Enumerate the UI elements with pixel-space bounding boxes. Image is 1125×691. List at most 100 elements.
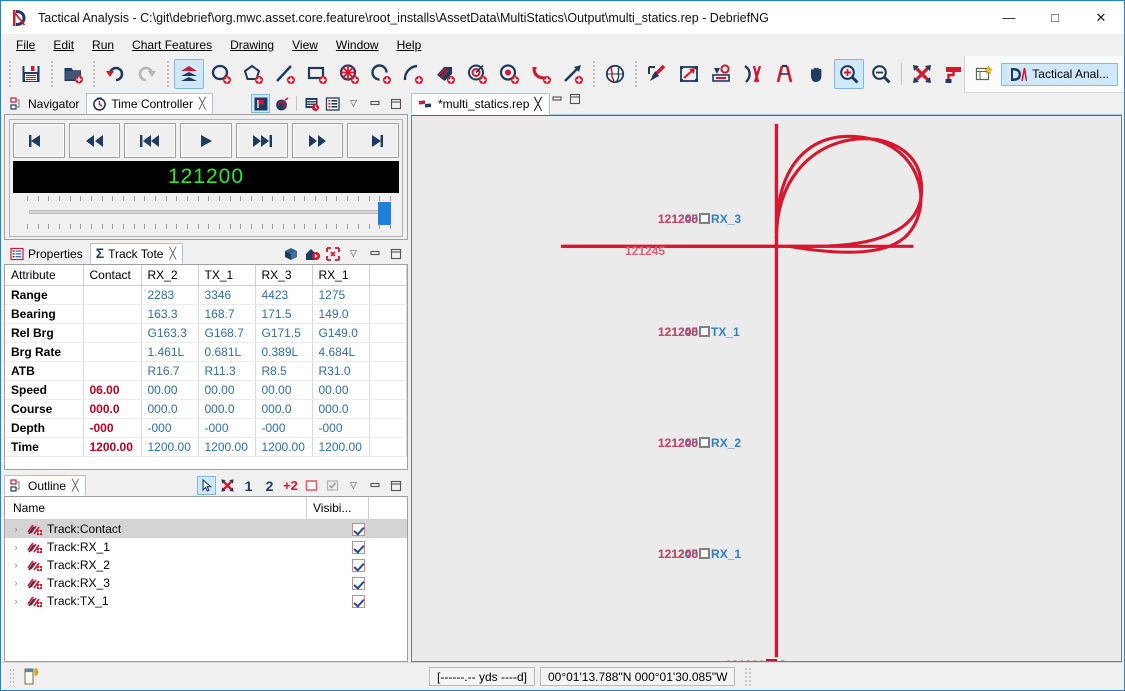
add-range-rings-icon[interactable] <box>462 59 492 89</box>
menu-window[interactable]: Window <box>327 36 388 54</box>
column-header-rx3[interactable]: RX_3 <box>255 265 313 286</box>
column-header-name[interactable]: Name <box>5 497 307 519</box>
status-resize-grip[interactable] <box>744 666 753 687</box>
add-curve-icon[interactable] <box>398 59 428 89</box>
slider-thumb[interactable] <box>378 202 391 225</box>
list-item[interactable]: › Track:Contact <box>5 520 407 538</box>
minimize-view-icon[interactable] <box>365 94 384 113</box>
table-row[interactable]: Speed 06.00 00.00 00.00 00.00 00.00 <box>5 380 407 400</box>
editor-tab-multi-statics[interactable]: *multi_statics.rep ╳ <box>411 93 550 115</box>
close-icon[interactable]: ╳ <box>199 97 206 110</box>
view-menu-icon[interactable]: ▽ <box>344 476 363 495</box>
visibility-cell[interactable] <box>346 522 407 536</box>
drag-segment-icon[interactable] <box>642 59 672 89</box>
expand-arrow-icon[interactable]: › <box>5 524 27 534</box>
minimize-view-icon[interactable] <box>365 244 384 263</box>
table-row[interactable]: ATB R16.7 R11.3 R8.5 R31.0 <box>5 361 407 381</box>
play-button[interactable] <box>180 123 232 158</box>
add-arc-icon[interactable] <box>366 59 396 89</box>
add-rectangle-icon[interactable] <box>302 59 332 89</box>
table-row[interactable]: Rel Brg G163.3 G168.7 G171.5 G149.0 <box>5 323 407 343</box>
globe-icon[interactable] <box>600 59 630 89</box>
step-back-large-button[interactable] <box>68 123 121 158</box>
expand-arrow-icon[interactable]: › <box>5 542 27 552</box>
undo-icon[interactable] <box>100 59 130 89</box>
menu-drawing[interactable]: Drawing <box>221 36 283 54</box>
go-to-end-button[interactable] <box>347 123 400 158</box>
column-header-tx1[interactable]: TX_1 <box>198 265 256 286</box>
minimize-button[interactable]: — <box>986 1 1032 34</box>
split-track-icon[interactable] <box>738 59 768 89</box>
zoom-in-icon[interactable] <box>834 59 864 89</box>
step-forward-large-button[interactable] <box>291 123 344 158</box>
menu-edit[interactable]: Edit <box>44 36 83 54</box>
table-row[interactable]: Brg Rate 1.461L 0.681L 0.389L 4.684L <box>5 342 407 362</box>
minimize-view-icon[interactable] <box>365 476 384 495</box>
close-icon[interactable]: ╳ <box>169 247 176 260</box>
menu-chart-features[interactable]: Chart Features <box>123 36 221 54</box>
tab-track-tote[interactable]: Σ Track Tote ╳ <box>89 243 184 264</box>
maximize-view-icon[interactable] <box>386 94 405 113</box>
zoom-out-icon[interactable] <box>866 59 896 89</box>
label-rx-1[interactable]: 121200 121245 RX_1 <box>658 547 741 561</box>
expand-arrow-icon[interactable]: › <box>5 560 27 570</box>
table-row[interactable]: Bearing 163.3 168.7 171.5 149.0 <box>5 304 407 324</box>
visibility-checkbox[interactable] <box>352 594 365 608</box>
view-menu-icon[interactable]: ▽ <box>344 94 363 113</box>
add-label-icon[interactable] <box>430 59 460 89</box>
secondary-track-icon[interactable]: 2 <box>260 476 279 495</box>
visibility-cell[interactable] <box>346 594 407 608</box>
tab-outline[interactable]: Outline ╳ <box>4 475 86 496</box>
table-row[interactable]: Course 000.0 000.0 000.0 000.0 000.0 <box>5 399 407 419</box>
zoom-fit-icon[interactable] <box>907 59 937 89</box>
menu-file[interactable]: File <box>7 36 44 54</box>
redo-icon[interactable] <box>132 59 162 89</box>
maximize-button[interactable]: □ <box>1032 1 1078 34</box>
column-header-attribute[interactable]: Attribute <box>5 265 84 286</box>
visibility-checkbox[interactable] <box>352 522 365 536</box>
table-row[interactable]: Time 1200.00 1200.00 1200.00 1200.00 1200.00 <box>5 437 407 457</box>
add-bearing-icon[interactable] <box>526 59 556 89</box>
label-rx-3[interactable]: 121200 121245 RX_3 <box>658 212 741 226</box>
column-header-contact[interactable]: Contact <box>83 265 142 286</box>
layers-icon[interactable] <box>174 59 204 89</box>
fit-to-window-icon[interactable] <box>674 59 704 89</box>
time-list-icon[interactable] <box>323 94 342 113</box>
time-marker-icon[interactable] <box>251 94 270 113</box>
time-properties-icon[interactable] <box>302 94 321 113</box>
add-circle-icon[interactable] <box>494 59 524 89</box>
visibility-checkbox[interactable] <box>352 540 365 554</box>
open-folder-icon[interactable] <box>58 59 88 89</box>
close-icon[interactable]: ╳ <box>534 97 541 111</box>
cube-icon[interactable] <box>281 244 300 263</box>
open-perspective-icon[interactable] <box>973 63 995 85</box>
merge-tracks-icon[interactable] <box>706 59 736 89</box>
column-header-visibility[interactable]: Visibi... <box>307 497 369 519</box>
visibility-cell[interactable] <box>346 540 407 554</box>
fit-selection-icon[interactable] <box>218 476 237 495</box>
add-vector-icon[interactable] <box>558 59 588 89</box>
label-tx-1[interactable]: 121200 121245 TX_1 <box>658 325 740 339</box>
step-forward-button[interactable] <box>235 123 288 158</box>
label-contact[interactable]: 121200 Contact <box>725 658 823 661</box>
time-snail-icon[interactable] <box>272 94 291 113</box>
list-item[interactable]: › Track:TX_1 <box>5 592 407 610</box>
close-icon[interactable]: ╳ <box>72 479 79 492</box>
close-button[interactable]: ✕ <box>1078 1 1124 34</box>
visibility-checkbox[interactable] <box>352 576 365 590</box>
pan-hand-icon[interactable] <box>802 59 832 89</box>
chart-canvas[interactable]: 121200 121245 RX_3 121245 121200 121245 … <box>411 115 1122 662</box>
slider-track[interactable] <box>29 210 391 214</box>
tab-navigator[interactable]: Navigator <box>4 93 87 114</box>
perspective-tab-tactical-analysis[interactable]: Tactical Anal... <box>1001 62 1118 86</box>
pointer-icon[interactable] <box>197 476 216 495</box>
tab-properties[interactable]: Properties <box>4 243 90 264</box>
minimize-editor-icon[interactable] <box>550 92 564 106</box>
go-to-start-button[interactable] <box>13 123 65 158</box>
add-secondary-track-icon[interactable]: +2 <box>281 476 300 495</box>
home-run-icon[interactable] <box>302 244 321 263</box>
calipers-icon[interactable] <box>770 59 800 89</box>
table-row[interactable]: Depth -000 -000 -000 -000 -000 <box>5 418 407 438</box>
save-icon[interactable] <box>16 59 46 89</box>
list-item[interactable]: › Track:RX_3 <box>5 574 407 592</box>
